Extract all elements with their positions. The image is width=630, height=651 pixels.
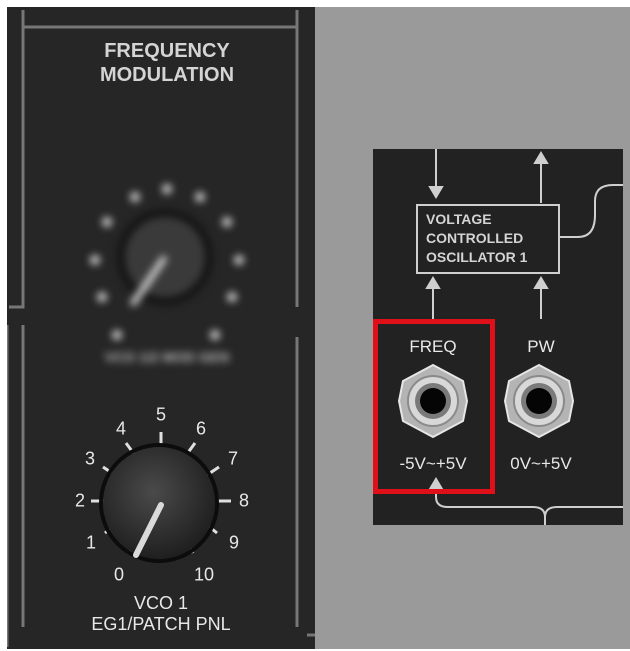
synth-panel-left: FREQUENCY MODULATION VCO 1/2 MOD GEN 0 1…	[7, 7, 315, 649]
vco-title-line2: CONTROLLED	[426, 230, 524, 246]
jack-socket-icon	[503, 363, 575, 439]
vco1-label-line1: VCO 1	[133, 593, 189, 613]
vco1-knob-label: VCO 1 EG1/PATCH PNL	[61, 593, 261, 635]
vco1-tick-1: 1	[85, 532, 97, 553]
vco1-tick-7: 7	[227, 448, 239, 469]
vco1-tick-8: 8	[238, 490, 250, 511]
vco1-tick-2: 2	[74, 490, 86, 511]
vco1-label-line2: EG1/PATCH PNL	[91, 614, 231, 634]
pw-jack-label: PW	[527, 337, 555, 356]
freq-highlight-box	[373, 319, 495, 494]
vco-title-line3: OSCILLATOR 1	[426, 249, 528, 265]
vco1-tick-4: 4	[115, 418, 127, 439]
vco-module-box: VOLTAGE CONTROLLED OSCILLATOR 1	[416, 204, 560, 274]
vco1-tick-6: 6	[195, 418, 207, 439]
vco1-tick-0: 0	[113, 564, 125, 585]
vco1-tick-10: 10	[193, 564, 215, 585]
pw-jack[interactable]	[501, 363, 577, 439]
pw-range-label: 0V~+5V	[510, 454, 572, 473]
vco-title-line1: VOLTAGE	[426, 211, 492, 227]
vco1-tick-9: 9	[228, 532, 240, 553]
vco1-knob-pointer	[133, 502, 164, 558]
vco1-tick-3: 3	[84, 448, 96, 469]
vco1-tick-5: 5	[155, 404, 167, 425]
vco1-knob[interactable]	[103, 447, 215, 559]
